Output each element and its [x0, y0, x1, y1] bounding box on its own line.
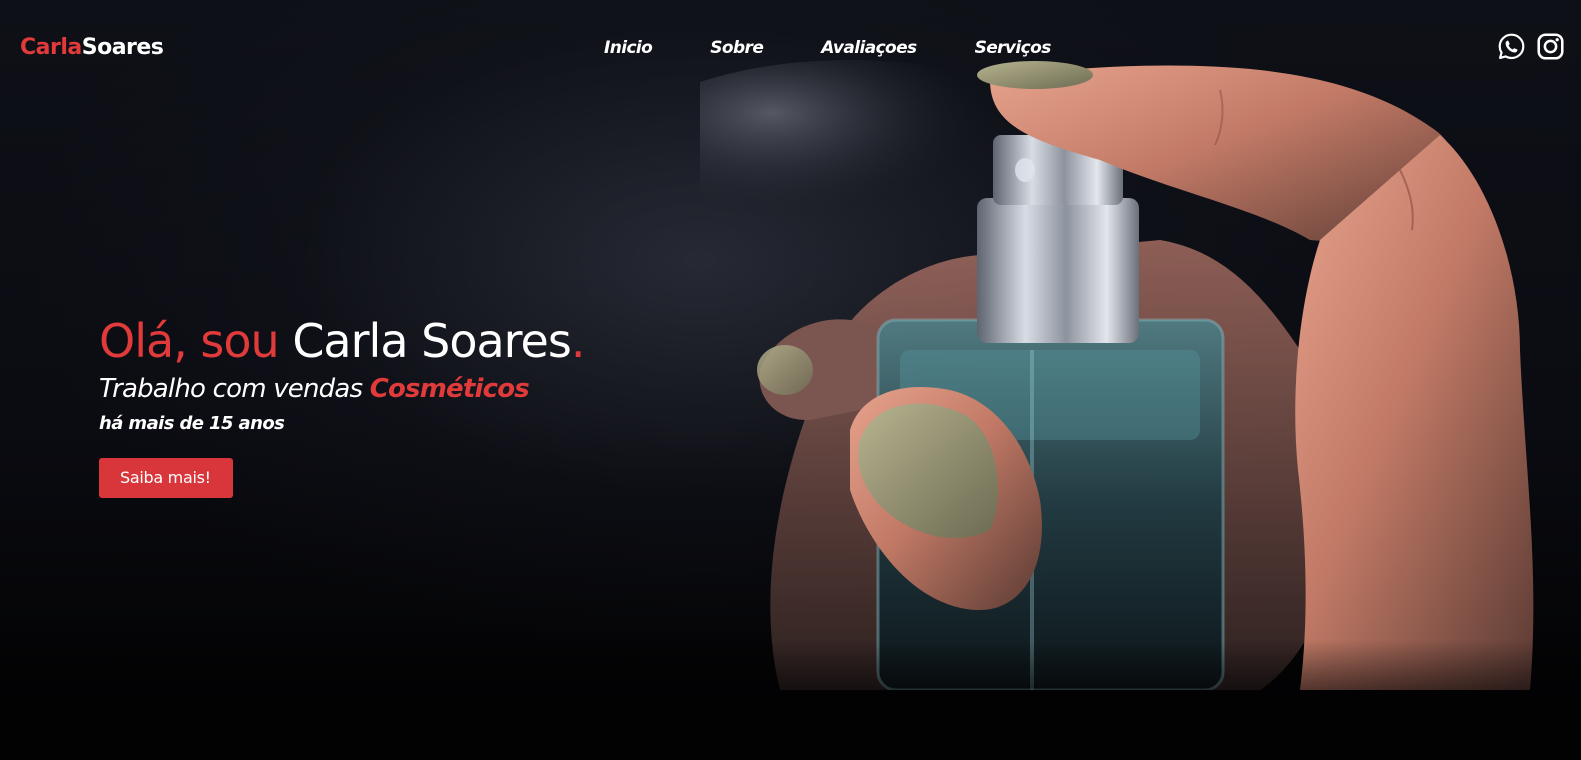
logo[interactable]: CarlaSoares [20, 33, 164, 63]
hero-subtitle-prefix: Trabalho com vendas [99, 374, 370, 404]
nav-item-sobre[interactable]: Sobre [700, 36, 773, 60]
main-nav: Inicio Sobre Avaliaçoes Serviços [594, 36, 1061, 60]
saiba-mais-button[interactable]: Saiba mais! [99, 458, 233, 498]
nav-item-avaliacoes[interactable]: Avaliaçoes [811, 36, 926, 60]
hero-bottom-fade [0, 640, 1581, 760]
hero-greeting: Olá, sou [99, 314, 293, 368]
whatsapp-icon[interactable] [1497, 32, 1526, 61]
nav-item-inicio[interactable]: Inicio [594, 36, 662, 60]
social-links [1497, 32, 1565, 61]
hero-heading: Olá, sou Carla Soares. [99, 312, 586, 370]
site-header: CarlaSoares Inicio Sobre Avaliaçoes Serv… [0, 0, 1581, 98]
hero-section: Olá, sou Carla Soares. Trabalho com vend… [99, 312, 586, 498]
page: CarlaSoares Inicio Sobre Avaliaçoes Serv… [0, 0, 1581, 760]
instagram-icon[interactable] [1536, 32, 1565, 61]
hero-experience: há mais de 15 anos [99, 413, 285, 434]
hero-perfume-image [700, 60, 1534, 690]
hero-name-dot: . [570, 314, 586, 368]
hero-subtitle: Trabalho com vendas Cosméticos [99, 372, 584, 406]
logo-last-name: Soares [81, 35, 164, 60]
hero-name: Carla Soares [292, 314, 572, 368]
logo-first-name: Carla [20, 35, 82, 60]
hero-subtitle-accent: Cosméticos [369, 374, 530, 404]
nav-item-servicos[interactable]: Serviços [965, 36, 1061, 60]
